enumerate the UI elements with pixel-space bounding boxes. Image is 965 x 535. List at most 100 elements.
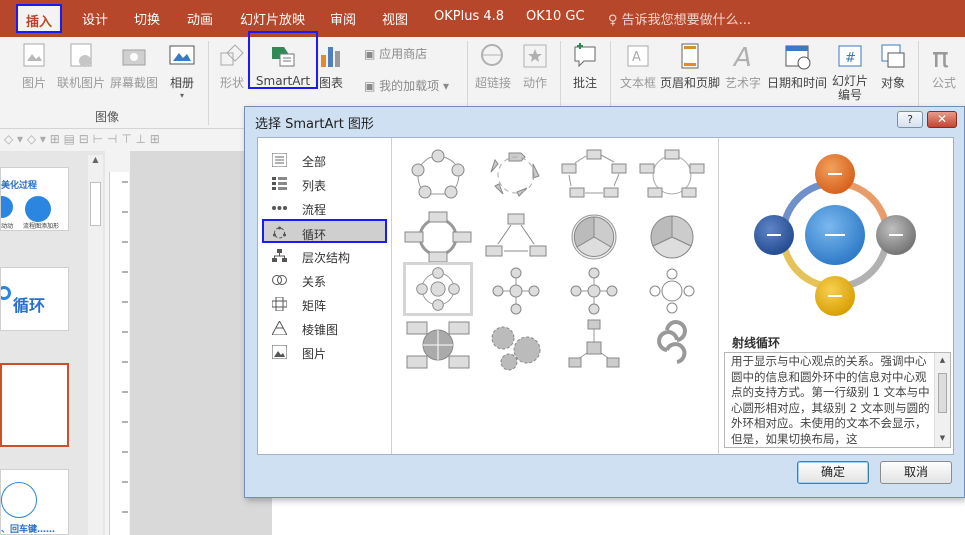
scroll-down-icon[interactable]: ▼ bbox=[935, 431, 950, 447]
slide-thumbnail[interactable]: 美化过程 动动 流程图添加形 bbox=[0, 167, 69, 231]
slide-thumbnail-selected[interactable] bbox=[0, 363, 69, 447]
radial-cluster-layout[interactable] bbox=[481, 264, 551, 318]
album-button[interactable]: 相册 ▾ bbox=[164, 37, 200, 100]
picture-button[interactable]: 图片 bbox=[16, 37, 52, 91]
diverging-radial-layout[interactable] bbox=[559, 264, 629, 318]
close-button[interactable]: ✕ bbox=[927, 111, 957, 128]
svg-text:A: A bbox=[632, 50, 641, 65]
scroll-up-icon[interactable]: ▲ bbox=[88, 155, 103, 164]
hyperlink-button[interactable]: 超链接 bbox=[474, 37, 512, 91]
category-list-item[interactable]: 列表 bbox=[264, 172, 384, 196]
globe-link-icon bbox=[481, 44, 503, 66]
dialog-body: 全部 列表 流程 循环 层次结构 关系 矩阵 棱锥图 图片 射线循环 用于显示与… bbox=[257, 137, 954, 455]
cycle-icon bbox=[273, 226, 286, 239]
screenshot-button[interactable]: 屏幕截图 bbox=[110, 37, 158, 91]
tab-slideshow[interactable]: 幻灯片放映 bbox=[240, 9, 305, 28]
action-button[interactable]: 动作 bbox=[520, 37, 550, 91]
tell-me-box[interactable]: ♀ 告诉我您想要做什么... bbox=[608, 9, 751, 28]
equation-button[interactable]: π 公式 bbox=[926, 37, 962, 91]
category-matrix[interactable]: 矩阵 bbox=[264, 292, 384, 316]
comment-icon bbox=[574, 43, 596, 68]
grid-all-icon bbox=[272, 153, 287, 167]
tab-okplus[interactable]: OKPlus 4.8 bbox=[434, 9, 504, 24]
thumbnails-scrollbar[interactable]: ▲ bbox=[88, 155, 103, 535]
slide-thumbnail[interactable]: 、回车键…… bbox=[0, 469, 69, 535]
ribbon-tab-bar: 插入 设计 切换 动画 幻灯片放映 审阅 视图 OKPlus 4.8 OK10 … bbox=[0, 0, 965, 37]
ribbon-divider bbox=[208, 41, 209, 125]
pie-cycle-layout[interactable] bbox=[637, 210, 707, 264]
chart-icon bbox=[321, 47, 340, 67]
smartart-dialog: 选择 SmartArt 图形 ? ✕ 全部 列表 流程 循环 层次结构 关系 矩… bbox=[244, 106, 965, 498]
cancel-button[interactable]: 取消 bbox=[880, 461, 952, 484]
layout-description[interactable]: 用于显示与中心观点的关系。强调中心圆中的信息和圆外环中的信息对中心观点的支持方式… bbox=[724, 352, 951, 448]
slide-number-button[interactable]: # 幻灯片编号 bbox=[830, 37, 870, 102]
category-hierarchy[interactable]: 层次结构 bbox=[264, 244, 384, 268]
wordart-icon: A bbox=[732, 43, 752, 71]
basic-cycle-layout[interactable] bbox=[403, 148, 473, 202]
category-picture[interactable]: 图片 bbox=[264, 340, 384, 364]
thumb-title: 循环 bbox=[13, 296, 46, 315]
block-cycle-layout[interactable] bbox=[559, 148, 629, 202]
radial-cycle-layout-selected[interactable] bbox=[403, 262, 473, 316]
online-picture-button[interactable]: 联机图片 bbox=[56, 37, 106, 91]
interconnected-rings-layout[interactable] bbox=[637, 318, 707, 372]
scrollbar-thumb[interactable] bbox=[90, 182, 101, 226]
chart-button[interactable]: 图表 bbox=[316, 37, 346, 91]
tab-transitions[interactable]: 切换 bbox=[134, 9, 160, 28]
tab-ok10[interactable]: OK10 GC bbox=[526, 9, 585, 24]
category-cycle[interactable]: 循环 bbox=[262, 219, 387, 243]
smartart-highlight bbox=[248, 31, 318, 89]
category-process[interactable]: 流程 bbox=[264, 196, 384, 220]
segmented-cycle-layout[interactable] bbox=[559, 210, 629, 264]
shapes-button[interactable]: 形状 bbox=[216, 37, 248, 91]
nondirectional-cycle-layout[interactable] bbox=[637, 148, 707, 202]
tab-animations[interactable]: 动画 bbox=[187, 9, 213, 28]
continuous-cycle-layout[interactable] bbox=[403, 210, 473, 264]
tab-view[interactable]: 视图 bbox=[382, 9, 408, 28]
description-scrollbar[interactable]: ▲ ▼ bbox=[934, 353, 950, 447]
ruler-ticks-icon bbox=[122, 181, 128, 513]
category-all[interactable]: 全部 bbox=[264, 148, 384, 172]
cycle-matrix-layout[interactable] bbox=[403, 318, 473, 372]
group-label-images: 图像 bbox=[95, 110, 120, 124]
list-icon bbox=[272, 177, 287, 190]
radial-venn-layout[interactable] bbox=[637, 264, 707, 318]
slide-thumbnail[interactable]: 循环 bbox=[0, 267, 69, 331]
process-icon bbox=[272, 206, 287, 210]
layout-preview: 射线循环 用于显示与中心观点的关系。强调中心圆中的信息和圆外环中的信息对中心观点… bbox=[720, 138, 953, 454]
thumb-title: 美化过程 bbox=[1, 181, 38, 191]
text-cycle-layout[interactable] bbox=[481, 148, 551, 202]
store-icon: ▣ bbox=[364, 47, 376, 61]
tab-design[interactable]: 设计 bbox=[82, 9, 108, 28]
gear-layout[interactable] bbox=[481, 318, 551, 372]
scroll-up-icon[interactable]: ▲ bbox=[935, 353, 950, 369]
textbox-button[interactable]: A 文本框 bbox=[618, 37, 658, 91]
multidirectional-cycle-layout[interactable] bbox=[481, 210, 551, 264]
date-time-button[interactable]: 日期和时间 bbox=[766, 37, 828, 91]
editing-toolbar: ◇ ▾ ◇ ▾ ⊞ ▤ ⊟ ⊢ ⊣ ⊤ ⊥ ⊞ bbox=[0, 129, 272, 151]
comment-button[interactable]: 批注 bbox=[568, 37, 602, 91]
header-footer-button[interactable]: 页眉和页脚 bbox=[660, 37, 720, 91]
header-footer-icon bbox=[681, 43, 699, 69]
category-pyramid[interactable]: 棱锥图 bbox=[264, 316, 384, 340]
shape-tools-icon[interactable]: ◇ ▾ ◇ ▾ ⊞ ▤ ⊟ ⊢ ⊣ ⊤ ⊥ ⊞ bbox=[4, 132, 160, 146]
ok-button[interactable]: 确定 bbox=[797, 461, 869, 484]
tab-insert[interactable]: 插入 bbox=[16, 4, 63, 33]
my-addins-button[interactable]: ▣ 我的加载项 ▾ bbox=[364, 77, 449, 94]
wordart-button[interactable]: A 艺术字 bbox=[724, 37, 762, 91]
online-picture-icon bbox=[70, 43, 92, 67]
textbox-icon: A bbox=[627, 45, 649, 67]
thumb-diagram-icon bbox=[1, 482, 37, 518]
svg-text:π: π bbox=[932, 41, 949, 71]
category-relationship[interactable]: 关系 bbox=[264, 268, 384, 292]
help-button[interactable]: ? bbox=[897, 111, 923, 128]
scrollbar-thumb[interactable] bbox=[938, 372, 947, 413]
category-list: 全部 列表 流程 循环 层次结构 关系 矩阵 棱锥图 图片 bbox=[258, 138, 392, 454]
store-button[interactable]: ▣ 应用商店 bbox=[364, 45, 427, 62]
object-button[interactable]: 对象 bbox=[876, 37, 910, 91]
picture-icon bbox=[272, 345, 287, 359]
tab-review[interactable]: 审阅 bbox=[330, 9, 356, 28]
layout-gallery bbox=[393, 138, 719, 454]
dialog-title: 选择 SmartArt 图形 bbox=[255, 117, 374, 132]
radial-list-layout[interactable] bbox=[559, 318, 629, 372]
